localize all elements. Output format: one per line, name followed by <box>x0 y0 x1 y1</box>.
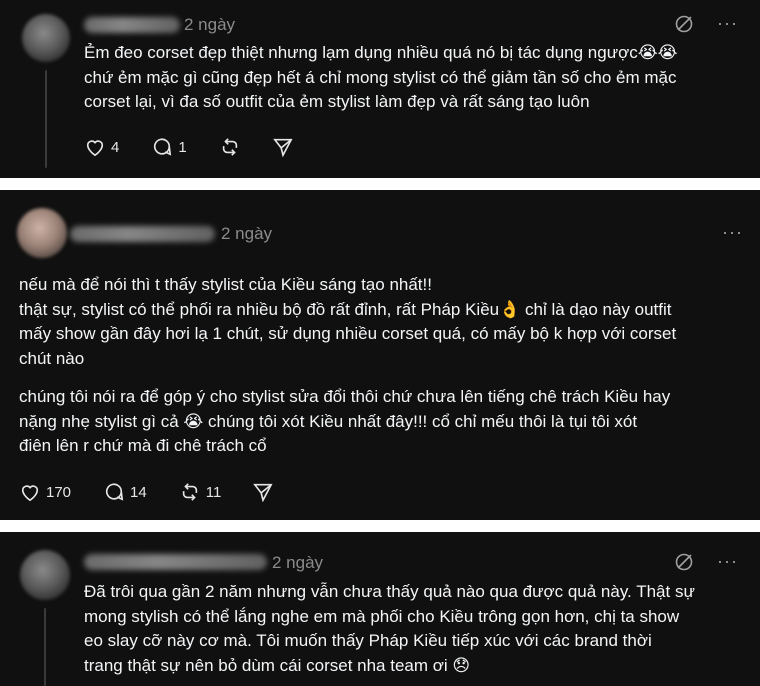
share-icon <box>253 483 273 502</box>
comment-line: nặng nhẹ stylist gì cả 😭 chúng tôi xót K… <box>19 411 638 431</box>
comment-line: mong stylish có thể lắng nghe em mà phối… <box>84 606 680 626</box>
action-bar: 4 1 <box>84 137 325 157</box>
like-count: 4 <box>111 138 120 156</box>
heart-icon <box>21 485 39 502</box>
like-button[interactable]: 170 <box>19 482 71 502</box>
username-blurred[interactable] <box>84 17 180 33</box>
mute-icon[interactable] <box>674 552 694 577</box>
comment-line: thật sự, stylist có thể phối ra nhiều bộ… <box>19 299 672 319</box>
comment-text: Đã trôi qua gần 2 năm nhưng vẫn chưa thấ… <box>84 580 695 678</box>
comment-card-3: 2 ngày ··· Đã trôi qua gần 2 năm nhưng v… <box>0 532 760 686</box>
repost-icon <box>222 138 237 156</box>
avatar[interactable] <box>20 550 70 600</box>
action-bar: 170 14 11 <box>19 482 305 502</box>
more-options-icon[interactable]: ··· <box>717 551 738 572</box>
comment-line: điên lên r chứ mà đi chê trách cổ <box>19 436 267 455</box>
reply-count: 1 <box>178 138 187 156</box>
repost-count: 11 <box>205 483 222 501</box>
repost-icon <box>182 483 197 501</box>
comment-line: corset lại, vì đa số outfit của ẻm styli… <box>84 92 590 111</box>
reply-button[interactable]: 1 <box>151 137 187 157</box>
reply-button[interactable]: 14 <box>103 482 147 502</box>
comment-line: trang thật sự nên bỏ dùm cái corset nha … <box>84 655 471 675</box>
more-options-icon[interactable]: ··· <box>717 13 738 34</box>
comment-line: chúng tôi nói ra để góp ý cho stylist sử… <box>19 387 671 406</box>
share-icon <box>272 138 293 157</box>
comment-line: chút nào <box>19 348 85 368</box>
timestamp: 2 ngày <box>221 224 273 243</box>
thread-line <box>44 608 46 686</box>
avatar[interactable] <box>22 14 70 62</box>
comment-card-2: 2 ngày ··· nếu mà để nói thì t thấy styl… <box>0 190 760 520</box>
avatar[interactable] <box>17 208 67 258</box>
username-blurred[interactable] <box>70 226 215 242</box>
share-button[interactable] <box>253 482 273 502</box>
comment-line: Ẻm đeo corset đẹp thiệt nhưng lạm dụng n… <box>84 43 678 62</box>
comment-text: nếu mà để nói thì t thấy stylist của Kiề… <box>19 273 676 459</box>
timestamp: 2 ngày <box>184 15 236 34</box>
more-options-icon[interactable]: ··· <box>722 222 743 243</box>
comment-text: Ẻm đeo corset đẹp thiệt nhưng lạm dụng n… <box>84 41 677 115</box>
like-count: 170 <box>46 483 72 501</box>
thread-line <box>45 70 47 168</box>
like-button[interactable]: 4 <box>84 137 119 157</box>
comment-card-1: 2 ngày ··· Ẻm đeo corset đẹp thiệt nhưng… <box>0 0 760 178</box>
comment-line: Đã trôi qua gần 2 năm nhưng vẫn chưa thấ… <box>84 582 695 601</box>
repost-button[interactable]: 11 <box>179 482 222 502</box>
reply-count: 14 <box>130 483 147 501</box>
repost-button[interactable] <box>219 137 241 157</box>
comment-line: eo slay cỡ này cơ mà. Tôi muốn thấy Pháp… <box>84 631 652 650</box>
username-blurred[interactable] <box>84 554 267 570</box>
mute-icon[interactable] <box>674 14 694 39</box>
comment-line: nếu mà để nói thì t thấy stylist của Kiề… <box>19 275 432 294</box>
comment-icon <box>106 483 124 501</box>
heart-icon <box>86 140 104 157</box>
share-button[interactable] <box>272 137 293 157</box>
comment-line: chứ ẻm mặc gì cũng đẹp hết á chỉ mong st… <box>84 67 677 87</box>
comment-line: mấy show gần đây hơi lạ 1 chút, sử dụng … <box>19 324 677 343</box>
timestamp: 2 ngày <box>272 553 324 572</box>
comment-icon <box>154 138 172 156</box>
